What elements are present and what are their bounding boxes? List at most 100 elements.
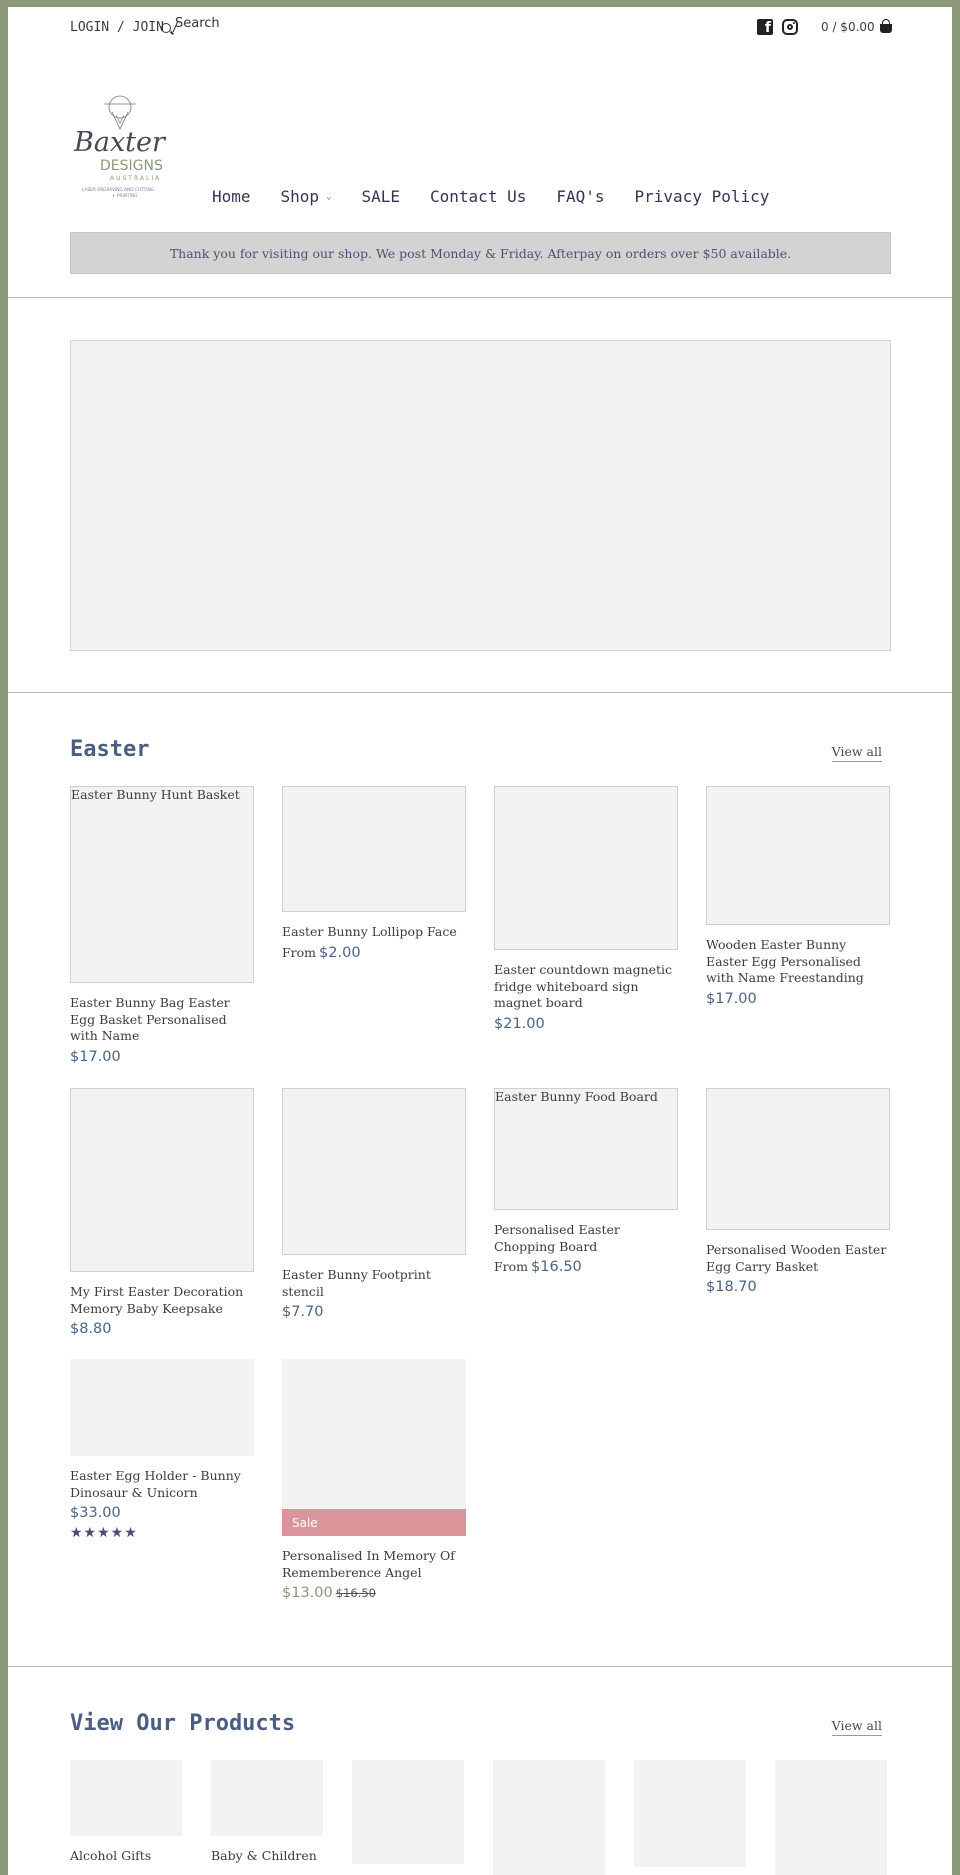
- price-from: From: [494, 1259, 529, 1274]
- product-price: $33.00: [70, 1505, 254, 1521]
- product-name[interactable]: Easter Bunny Lollipop Face: [282, 924, 466, 941]
- collection-name[interactable]: Alcohol Gifts: [70, 1848, 182, 1863]
- logo-graphic: Baxter DESIGNS AUSTRALIA LASER ENGRAVING…: [73, 95, 167, 199]
- nav-shop[interactable]: Shop ⌄: [281, 187, 332, 206]
- facebook-icon[interactable]: f: [757, 19, 773, 35]
- product-image-alt: Easter Bunny Hunt Basket: [71, 787, 240, 802]
- product-name[interactable]: Personalised Easter Chopping Board: [494, 1222, 678, 1255]
- collection-card[interactable]: Baby & Children: [211, 1760, 323, 1863]
- logo-australia: AUSTRALIA: [110, 175, 161, 182]
- collection-image[interactable]: [634, 1760, 746, 1867]
- nav-privacy[interactable]: Privacy Policy: [635, 187, 770, 206]
- social-links: f: [757, 19, 798, 35]
- product-name[interactable]: Easter Egg Holder - Bunny Dinosaur & Uni…: [70, 1468, 254, 1501]
- product-image[interactable]: [282, 1088, 466, 1255]
- collection-image[interactable]: [775, 1760, 887, 1875]
- price-value: $16.50: [531, 1259, 582, 1275]
- product-image[interactable]: Sale: [282, 1359, 466, 1536]
- search-icon[interactable]: [161, 23, 171, 33]
- product-name[interactable]: Easter Bunny Footprint stencil: [282, 1267, 466, 1300]
- logo-tagline-2: + PRINTING: [112, 193, 137, 199]
- basket-icon: [879, 19, 892, 33]
- cart-total: 0 / $0.00: [821, 20, 875, 34]
- collection-name[interactable]: Baby & Children: [211, 1848, 323, 1863]
- product-name[interactable]: Wooden Easter Bunny Easter Egg Personali…: [706, 937, 890, 987]
- nav-shop-label: Shop: [280, 187, 320, 206]
- collection-card[interactable]: [634, 1760, 746, 1867]
- product-card[interactable]: Wooden Easter Bunny Easter Egg Personali…: [706, 786, 890, 1007]
- separator: /: [109, 20, 133, 35]
- product-image[interactable]: [282, 786, 466, 912]
- rating-stars: ★★★★★: [70, 1525, 138, 1541]
- product-image[interactable]: Easter Bunny Food Board: [494, 1088, 678, 1210]
- product-card[interactable]: My First Easter Decoration Memory Baby K…: [70, 1088, 254, 1337]
- price-value: $17.00: [706, 990, 757, 1007]
- product-name[interactable]: Easter Bunny Bag Easter Egg Basket Perso…: [70, 995, 254, 1045]
- nav-home[interactable]: Home: [212, 187, 251, 206]
- original-price: $16.50: [335, 1586, 376, 1600]
- product-price: From $16.50: [494, 1259, 678, 1275]
- collection-image[interactable]: [211, 1760, 323, 1836]
- product-name[interactable]: My First Easter Decoration Memory Baby K…: [70, 1284, 254, 1317]
- product-image[interactable]: [706, 786, 890, 925]
- price-value: $17.00: [70, 1048, 121, 1065]
- logo-script: Baxter: [73, 127, 167, 158]
- price-value: $33.00: [70, 1505, 121, 1521]
- nav-sale[interactable]: SALE: [361, 187, 400, 206]
- product-image[interactable]: [70, 1088, 254, 1272]
- product-price: $17.00: [70, 1049, 254, 1065]
- price-value: $8.80: [70, 1321, 112, 1337]
- view-all-collections[interactable]: View all: [831, 1718, 882, 1736]
- site-logo[interactable]: Baxter DESIGNS AUSTRALIA LASER ENGRAVING…: [70, 85, 186, 201]
- section-title-easter: Easter: [70, 737, 150, 762]
- product-price: $21.00: [494, 1016, 678, 1032]
- collection-image[interactable]: [493, 1760, 605, 1875]
- price-value: $18.70: [706, 1279, 757, 1295]
- product-image[interactable]: [706, 1088, 890, 1230]
- product-price: From $2.00: [282, 945, 466, 961]
- collection-image[interactable]: [352, 1760, 464, 1864]
- section-title-collections: View Our Products: [70, 1711, 296, 1736]
- hero-slideshow[interactable]: [70, 340, 891, 651]
- announcement-bar: Thank you for visiting our shop. We post…: [70, 232, 891, 274]
- product-image[interactable]: Easter Bunny Hunt Basket: [70, 786, 254, 983]
- view-all-easter[interactable]: View all: [831, 744, 882, 762]
- instagram-icon[interactable]: [782, 19, 798, 35]
- nav-contact[interactable]: Contact Us: [430, 187, 526, 206]
- product-card[interactable]: Easter Bunny Footprint stencil $7.70: [282, 1088, 466, 1320]
- product-card[interactable]: Easter Egg Holder - Bunny Dinosaur & Uni…: [70, 1359, 254, 1541]
- product-card[interactable]: Easter Bunny Hunt Basket Easter Bunny Ba…: [70, 786, 254, 1065]
- main-nav: Home Shop ⌄ SALE Contact Us FAQ's Privacy…: [212, 187, 799, 206]
- collection-card[interactable]: [493, 1760, 605, 1875]
- product-name[interactable]: Personalised In Memory Of Rememberence A…: [282, 1548, 466, 1581]
- product-card[interactable]: Sale Personalised In Memory Of Remembere…: [282, 1359, 466, 1601]
- top-bar: LOGIN / JOIN / f 0 / $0.00: [8, 7, 952, 47]
- product-card[interactable]: Personalised Wooden Easter Egg Carry Bas…: [706, 1088, 890, 1295]
- collection-card[interactable]: Alcohol Gifts: [70, 1760, 182, 1863]
- nav-faq[interactable]: FAQ's: [556, 187, 604, 206]
- collection-card[interactable]: [775, 1760, 887, 1875]
- join-link[interactable]: JOIN: [133, 20, 164, 35]
- login-link[interactable]: LOGIN: [70, 20, 109, 35]
- divider: [8, 1666, 952, 1667]
- logo-designs: DESIGNS: [100, 158, 163, 174]
- collection-image[interactable]: [70, 1760, 182, 1836]
- price-value: $13.00: [282, 1585, 333, 1601]
- product-name[interactable]: Personalised Wooden Easter Egg Carry Bas…: [706, 1242, 890, 1275]
- chevron-down-icon: ⌄: [326, 191, 332, 202]
- product-card[interactable]: Easter countdown magnetic fridge whitebo…: [494, 786, 678, 1032]
- price-value: $7.70: [282, 1304, 324, 1320]
- product-name[interactable]: Easter countdown magnetic fridge whitebo…: [494, 962, 678, 1012]
- product-image[interactable]: [494, 786, 678, 950]
- collection-card[interactable]: [352, 1760, 464, 1864]
- search-input[interactable]: [175, 15, 295, 31]
- product-price: $13.00 $16.50: [282, 1585, 466, 1601]
- product-image[interactable]: [70, 1359, 254, 1456]
- product-card[interactable]: Easter Bunny Lollipop Face From $2.00: [282, 786, 466, 961]
- cart-link[interactable]: 0 / $0.00: [821, 19, 892, 34]
- product-price: $8.80: [70, 1321, 254, 1337]
- product-card[interactable]: Easter Bunny Food Board Personalised Eas…: [494, 1088, 678, 1275]
- sale-badge: Sale: [282, 1509, 466, 1536]
- search-form: [161, 13, 295, 33]
- divider: [8, 297, 952, 298]
